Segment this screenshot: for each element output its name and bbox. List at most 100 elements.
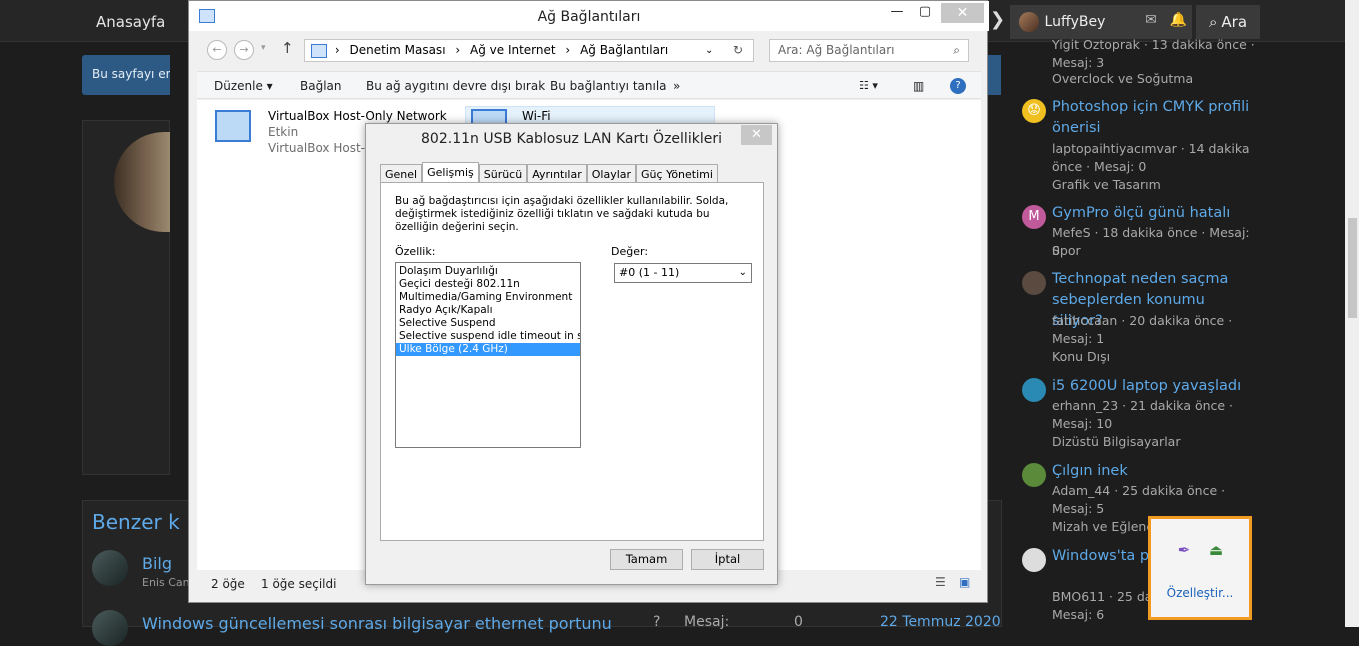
network-folder-icon (199, 9, 215, 23)
network-adapter-icon (471, 109, 507, 123)
list-item[interactable]: Geçici desteği 802.11n (396, 278, 580, 291)
post-category[interactable]: Dizüstü Bilgisayarlar (1052, 433, 1180, 451)
nav-home-link[interactable]: Anasayfa (96, 13, 165, 31)
back-icon[interactable]: ← (207, 40, 227, 60)
more-commands-button[interactable]: » (673, 79, 680, 93)
explorer-search-input[interactable]: Ara: Ağ Bağlantıları ⌕ (769, 39, 969, 62)
panel-description: Bu ağ bağdaştırıcısı için aşağıdaki özel… (395, 195, 729, 233)
avatar (1022, 271, 1046, 295)
tab-driver[interactable]: Sürücü (478, 164, 528, 183)
pen-icon[interactable]: ✒ (1173, 539, 1195, 561)
post-title[interactable]: i5 6200U laptop yavaşladı (1052, 376, 1257, 397)
mail-icon[interactable]: ✉ (1137, 12, 1164, 32)
adapter-properties-dialog: 802.11n USB Kablosuz LAN Kartı Özellikle… (365, 123, 778, 585)
chevron-down-icon[interactable]: ⌄ (705, 40, 713, 61)
adapter-name[interactable]: Wi-Fi (522, 109, 551, 123)
post-title[interactable]: Photoshop için CMYK profili önerisi (1052, 97, 1257, 139)
avatar (1019, 12, 1039, 32)
minimize-icon[interactable]: — (887, 3, 907, 23)
thread-date[interactable]: 22 Temmuz 2020 (880, 614, 1001, 630)
list-item[interactable]: Selective suspend idle timeout in seno (396, 330, 580, 343)
tab-details[interactable]: Ayrıntılar (527, 164, 587, 183)
breadcrumb-item[interactable]: Ağ Bağlantıları (580, 43, 668, 57)
avatar (92, 550, 128, 586)
post-category[interactable]: Grafik ve Tasarım (1052, 176, 1161, 194)
search-placeholder: Ara: Ağ Bağlantıları (778, 43, 895, 57)
avatar (1022, 463, 1046, 487)
post-category[interactable]: Mizah ve Eğlence (1052, 518, 1161, 536)
site-search-button[interactable]: ⌕ Ara (1196, 5, 1260, 39)
window-titlebar[interactable]: Ağ Bağlantıları (189, 1, 989, 31)
tab-advanced[interactable]: Gelişmiş (422, 162, 479, 183)
customize-link[interactable]: Özelleştir... (1151, 586, 1249, 600)
value-selected: #0 (1 - 11) (619, 266, 680, 279)
scrollbar-thumb[interactable] (1348, 218, 1357, 318)
address-row: ← → ▾ ↑ › Denetim Masası › Ağ ve Interne… (197, 37, 981, 65)
cancel-button[interactable]: İptal (691, 549, 764, 570)
details-view-icon[interactable]: ☰ (935, 575, 946, 589)
list-item[interactable]: Radyo Açık/Kapalı (396, 304, 580, 317)
tab-strip: Genel Gelişmiş Sürücü Ayrıntılar Olaylar… (380, 162, 718, 183)
maximize-icon[interactable]: ▢ (915, 3, 935, 23)
search-icon: ⌕ (953, 43, 960, 57)
avatar: M (1022, 205, 1046, 229)
value-select[interactable]: #0 (1 - 11) ⌄ (614, 263, 752, 283)
adapter-status: Etkin (268, 125, 299, 139)
tab-events[interactable]: Olaylar (586, 164, 637, 183)
tab-power-management[interactable]: Güç Yönetimi (636, 164, 718, 183)
user-menu[interactable]: LuffyBey ✉ 🔔 (1010, 5, 1192, 39)
breadcrumb-sep-icon: › (455, 43, 461, 57)
avatar (1022, 548, 1046, 572)
disable-device-button[interactable]: Bu ağ aygıtını devre dışı bırak (366, 79, 545, 93)
dialog-title[interactable]: 802.11n USB Kablosuz LAN Kartı Özellikle… (366, 124, 777, 154)
value-label: Değer: (611, 245, 649, 258)
bell-icon[interactable]: 🔔 (1165, 12, 1192, 32)
forward-icon[interactable]: → (234, 40, 254, 60)
post-category[interactable]: Overclock ve Soğutma (1052, 70, 1193, 88)
organize-button[interactable]: Düzenle ▾ (214, 79, 273, 93)
post-category[interactable]: Konu Dışı (1052, 348, 1110, 366)
notice-banner: Bu sayfayı en (82, 55, 170, 95)
help-icon[interactable]: ? (950, 78, 966, 94)
preview-pane-icon[interactable]: ▥ (913, 79, 924, 93)
breadcrumb-item[interactable]: Denetim Masası (349, 43, 445, 57)
control-panel-icon (311, 43, 327, 58)
post-title[interactable]: Çılgın inek (1052, 461, 1257, 482)
list-item[interactable]: Dolaşım Duyarlılığı (396, 265, 580, 278)
connect-button[interactable]: Bağlan (300, 79, 342, 93)
adapter-device: VirtualBox Host-Or (268, 141, 380, 155)
user-name[interactable]: LuffyBey (1045, 14, 1138, 30)
item-count: 2 öğe (211, 577, 245, 591)
close-icon[interactable]: ✕ (941, 3, 984, 23)
post-category[interactable]: Spor (1052, 242, 1081, 260)
command-bar: Düzenle ▾ Bağlan Bu ağ aygıtını devre dı… (197, 71, 981, 99)
adapter-name[interactable]: VirtualBox Host-Only Network (268, 109, 447, 123)
post-meta: Yigit Oztoprak · 13 dakika önce · Mesaj:… (1052, 37, 1255, 70)
up-icon[interactable]: ↑ (281, 39, 294, 57)
post-meta: erhann_23 · 21 dakika önce · Mesaj: 10 (1052, 398, 1234, 431)
thread-link[interactable]: Bilg (142, 554, 172, 573)
recent-dropdown-icon[interactable]: ▾ (261, 43, 266, 53)
tab-general[interactable]: Genel (380, 164, 423, 183)
refresh-icon[interactable]: ↻ (733, 40, 743, 61)
thread-link[interactable]: Windows güncellemesi sonrası bilgisayar … (142, 614, 612, 633)
view-options-icon[interactable]: ☷ ▾ (859, 79, 878, 92)
list-item[interactable]: Selective Suspend (396, 317, 580, 330)
close-icon[interactable]: ✕ (741, 125, 772, 145)
chevron-right-icon[interactable]: ❯ (990, 9, 1005, 30)
post-title[interactable]: GymPro ölçü günü hatalı (1052, 203, 1257, 224)
avatar (1022, 378, 1046, 402)
safely-remove-hardware-icon[interactable]: ⏏ (1205, 539, 1227, 561)
reply-count-label: Mesaj: (684, 614, 730, 630)
chevron-down-icon: ⌄ (738, 267, 747, 278)
list-item[interactable]: Multimedia/Gaming Environment (396, 291, 580, 304)
large-icons-view-icon[interactable]: ▣ (959, 575, 970, 589)
search-icon: ⌕ (1208, 13, 1218, 31)
address-bar[interactable]: › Denetim Masası › Ağ ve Internet › Ağ B… (304, 39, 754, 62)
ok-button[interactable]: Tamam (610, 549, 683, 570)
page-scrollbar[interactable] (1345, 0, 1359, 627)
diagnose-button[interactable]: Bu bağlantıyı tanıla (550, 79, 667, 93)
property-listbox[interactable]: Dolaşım Duyarlılığı Geçici desteği 802.1… (395, 262, 581, 448)
breadcrumb-item[interactable]: Ağ ve Internet (470, 43, 556, 57)
list-item-selected[interactable]: Ülke Bölge (2.4 GHz) (396, 343, 580, 356)
